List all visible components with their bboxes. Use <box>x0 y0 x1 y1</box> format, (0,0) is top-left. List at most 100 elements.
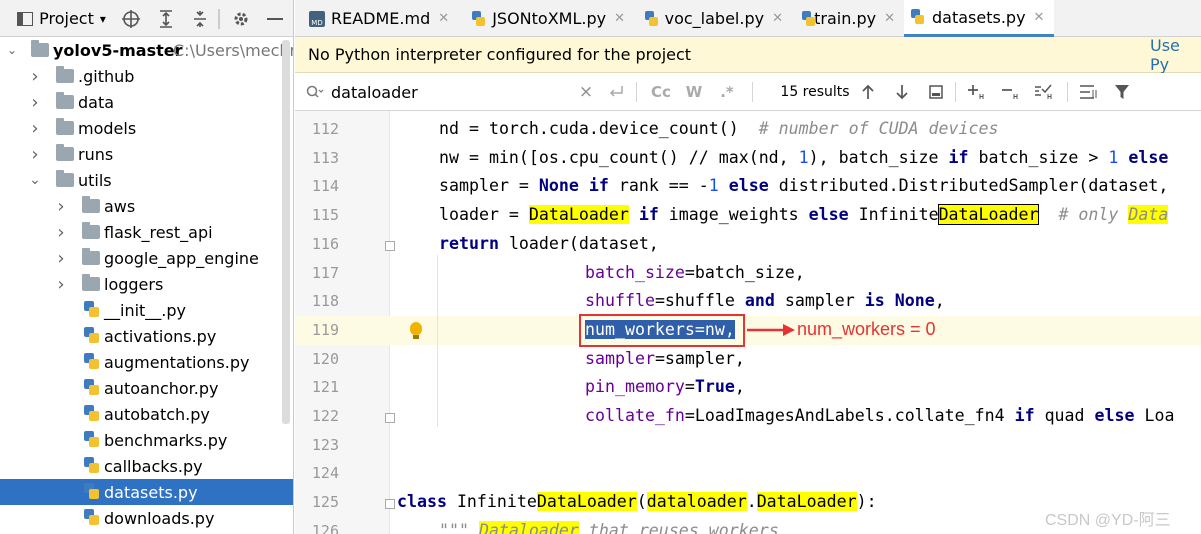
code-line[interactable]: nw = min([os.cpu_count() // max(nd, 1), … <box>439 148 1168 167</box>
code-line[interactable]: shuffle=shuffle and sampler is None, <box>585 291 945 310</box>
code-token: sampler <box>585 348 655 368</box>
chevron-down-icon[interactable]: ⌄ <box>6 43 18 57</box>
chevron-right-icon[interactable]: › <box>55 274 67 295</box>
tree-file[interactable]: datasets.py <box>0 479 293 505</box>
tree-file[interactable]: autobatch.py <box>0 401 293 427</box>
tree-folder[interactable]: ⌄ utils <box>0 167 293 193</box>
tree-folder[interactable]: › aws <box>0 193 293 219</box>
chevron-down-icon[interactable]: ⌄ <box>29 172 41 188</box>
select-all-icon[interactable] <box>1033 73 1057 111</box>
code-line[interactable]: sampler=sampler, <box>585 349 745 368</box>
code-token: ), batch_size <box>808 147 949 167</box>
tree-file[interactable]: __init__.py <box>0 297 293 323</box>
find-separator <box>752 82 753 102</box>
chevron-right-icon[interactable]: › <box>29 92 41 113</box>
tab-datasets-py[interactable]: datasets.py ✕ <box>904 0 1054 37</box>
code-token: sampler = <box>439 176 539 196</box>
code-line[interactable]: batch_size=batch_size, <box>585 263 805 282</box>
tree-item-label: runs <box>78 144 114 164</box>
regex-toggle[interactable]: .* <box>716 73 738 111</box>
editor: MD README.md ✕ JSONtoXML.py ✕ voc_label.py ✕ tr… <box>295 0 1201 534</box>
tab-readme-md[interactable]: MD README.md ✕ <box>303 0 453 37</box>
search-match: dataloader <box>646 492 747 512</box>
search-input[interactable] <box>331 81 561 103</box>
arrow-up-icon[interactable] <box>857 73 879 111</box>
code-line[interactable]: sampler = None if rank == -1 else distri… <box>439 176 1168 195</box>
close-icon[interactable]: ✕ <box>1034 10 1045 25</box>
tree-folder[interactable]: › loggers <box>0 271 293 297</box>
fold-marker-icon[interactable] <box>385 499 395 510</box>
code-line[interactable]: nd = torch.cuda.device_count() # number … <box>439 119 998 138</box>
code-token: if <box>948 147 969 167</box>
add-occurrence-icon[interactable] <box>965 73 989 111</box>
whole-word-toggle[interactable]: W <box>682 73 706 111</box>
project-view-selector[interactable]: Project ▾ <box>14 0 109 37</box>
chevron-right-icon[interactable]: › <box>29 66 41 87</box>
project-scrollbar[interactable] <box>282 40 290 424</box>
python-file-icon <box>644 10 659 27</box>
new-line-icon[interactable] <box>605 73 627 111</box>
tree-folder[interactable]: › .github <box>0 63 293 89</box>
hide-icon[interactable] <box>264 0 286 37</box>
remove-occurrence-icon[interactable] <box>999 73 1023 111</box>
project-toolbar: Project ▾ <box>0 0 293 37</box>
interpreter-banner: No Python interpreter configured for the… <box>295 36 1201 74</box>
tree-folder[interactable]: › data <box>0 89 293 115</box>
tab-label: datasets.py <box>932 7 1026 27</box>
chevron-down-icon: ▾ <box>99 11 106 26</box>
search-icon[interactable] <box>303 73 327 111</box>
code-line[interactable]: loader = DataLoader if image_weights els… <box>439 204 1169 226</box>
tree-file[interactable]: downloads.py <box>0 505 293 531</box>
chevron-right-icon[interactable]: › <box>29 118 41 139</box>
tab-voc_label-py[interactable]: voc_label.py ✕ <box>638 0 783 37</box>
fold-marker-icon[interactable] <box>385 240 395 251</box>
tree-folder[interactable]: › models <box>0 115 293 141</box>
chevron-right-icon[interactable]: › <box>55 196 67 217</box>
chevron-right-icon[interactable]: › <box>55 248 67 269</box>
arrow-down-icon[interactable] <box>891 73 913 111</box>
tab-train-py[interactable]: train.py ✕ <box>795 0 895 37</box>
match-case-toggle[interactable]: Cc <box>648 73 674 111</box>
code-line[interactable]: collate_fn=LoadImagesAndLabels.collate_f… <box>585 406 1174 425</box>
lightbulb-icon[interactable] <box>409 321 423 342</box>
code-line[interactable]: """ Dataloader that reuses workers <box>439 520 779 534</box>
fold-marker-icon[interactable] <box>385 413 395 423</box>
tree-file[interactable]: augmentations.py <box>0 349 293 375</box>
chevron-right-icon[interactable]: › <box>29 144 41 165</box>
tree-file[interactable]: activations.py <box>0 323 293 349</box>
tree-file[interactable]: benchmarks.py <box>0 427 293 453</box>
code-line[interactable]: class InfiniteDataLoader(dataloader.Data… <box>397 492 877 512</box>
filter-in-selection-icon[interactable] <box>1077 73 1101 111</box>
clear-search-icon[interactable]: × <box>577 73 595 111</box>
code-token: image_weights <box>658 205 809 225</box>
gear-icon[interactable] <box>230 0 252 37</box>
python-file-icon <box>471 10 486 27</box>
close-icon[interactable]: ✕ <box>438 11 449 26</box>
folder-icon <box>82 248 100 265</box>
find-separator <box>636 82 637 102</box>
chevron-right-icon[interactable]: › <box>55 222 67 243</box>
search-match: DataLoader <box>536 492 637 512</box>
code-line[interactable]: return loader(dataset, <box>439 234 659 253</box>
tree-folder[interactable]: › google_app_engine <box>0 245 293 271</box>
code-token: if <box>588 176 609 196</box>
tree-folder[interactable]: › runs <box>0 141 293 167</box>
use-python-link[interactable]: Use Py <box>1150 36 1201 74</box>
close-icon[interactable]: ✕ <box>772 11 783 26</box>
tree-root[interactable]: ⌄ yolov5-master C:\Users\mechre <box>0 37 293 63</box>
collapse-all-icon[interactable] <box>189 0 211 37</box>
tree-file[interactable]: callbacks.py <box>0 453 293 479</box>
code-token: loader(dataset, <box>498 233 659 253</box>
locate-icon[interactable] <box>120 0 142 37</box>
close-icon[interactable]: ✕ <box>884 11 895 26</box>
expand-all-icon[interactable] <box>155 0 177 37</box>
tree-folder[interactable]: › flask_rest_api <box>0 219 293 245</box>
tab-jsontoxml-py[interactable]: JSONtoXML.py ✕ <box>465 0 625 37</box>
search-match: DataLoader <box>528 205 629 225</box>
filter-icon[interactable] <box>1111 73 1133 111</box>
tree-file[interactable]: autoanchor.py <box>0 375 293 401</box>
code-line[interactable]: pin_memory=True, <box>585 377 745 396</box>
close-icon[interactable]: ✕ <box>614 11 625 26</box>
select-all-occurrences-icon[interactable] <box>925 73 947 111</box>
